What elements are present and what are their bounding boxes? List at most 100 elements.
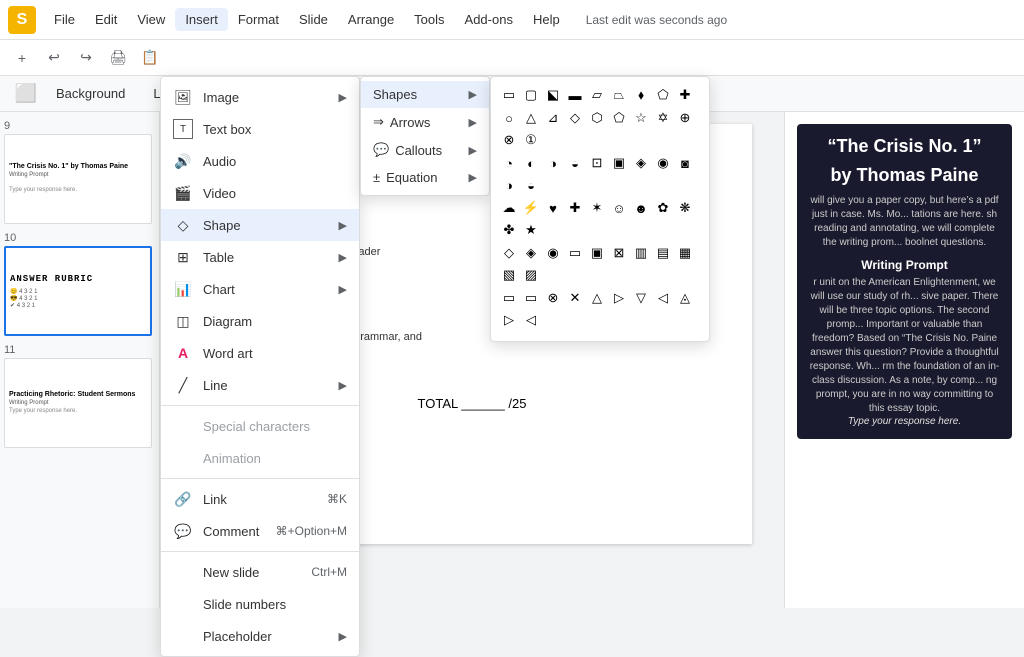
shape-rounded-rect[interactable]: ▢ bbox=[521, 85, 541, 105]
menu-item-textbox[interactable]: T Text box bbox=[161, 113, 359, 145]
menu-item-comment[interactable]: 💬 Comment ⌘+Option+M bbox=[161, 515, 359, 547]
shape-sq-diag[interactable]: ▧ bbox=[499, 265, 519, 285]
menu-format[interactable]: Format bbox=[228, 8, 289, 31]
shape-hexagon[interactable]: ⬡ bbox=[587, 108, 607, 128]
shape-rect2[interactable]: ▭ bbox=[565, 243, 585, 263]
shape-parallelogram[interactable]: ▱ bbox=[587, 85, 607, 105]
shape-rect-fill[interactable]: ▣ bbox=[609, 153, 629, 173]
shape-circle-x2[interactable]: ⊗ bbox=[543, 288, 563, 308]
shape-circle-rect[interactable]: ◙ bbox=[675, 153, 695, 173]
menu-arrange[interactable]: Arrange bbox=[338, 8, 404, 31]
shape-sq-x[interactable]: ⊠ bbox=[609, 243, 629, 263]
shape-sq-h[interactable]: ▥ bbox=[631, 243, 651, 263]
background-button[interactable]: Background bbox=[44, 82, 137, 105]
shape-tri2[interactable]: △ bbox=[587, 288, 607, 308]
shape-tri-fill[interactable]: ◬ bbox=[675, 288, 695, 308]
slide-thumb-10[interactable]: 10 ANSWER RUBRIC 😊 4 3 2 1 😎 4 3 2 1 ✔ 4… bbox=[4, 232, 152, 336]
print-button[interactable]: 🖨 bbox=[104, 44, 132, 72]
shape-plus[interactable]: ✚ bbox=[565, 198, 585, 218]
shape-chevron[interactable]: ▷ bbox=[499, 310, 519, 330]
shape-sq-fill[interactable]: ▣ bbox=[587, 243, 607, 263]
submenu-equation[interactable]: ± Equation ▶ bbox=[361, 164, 489, 191]
undo-button[interactable]: ↩ bbox=[40, 44, 68, 72]
submenu-shapes[interactable]: Shapes ▶ bbox=[361, 81, 489, 108]
redo-button[interactable]: ↪ bbox=[72, 44, 100, 72]
shape-star-burst[interactable]: ❋ bbox=[675, 198, 695, 218]
shape-smile-fill[interactable]: ☻ bbox=[631, 198, 651, 218]
shape-cylinder[interactable]: ▬ bbox=[565, 85, 585, 105]
shape-cross[interactable]: ✚ bbox=[675, 85, 695, 105]
shape-star8[interactable]: ✶ bbox=[587, 198, 607, 218]
shape-bullseye[interactable]: ◉ bbox=[543, 243, 563, 263]
shape-sq-v[interactable]: ▤ bbox=[653, 243, 673, 263]
menu-slide[interactable]: Slide bbox=[289, 8, 338, 31]
shape-octagon[interactable]: ⬠ bbox=[653, 85, 673, 105]
slide-icon-btn[interactable]: ⬜ bbox=[12, 80, 40, 108]
shape-snip-rect[interactable]: ⬕ bbox=[543, 85, 563, 105]
submenu-callouts[interactable]: 💬 Callouts ▶ bbox=[361, 136, 489, 164]
menu-item-slide-numbers[interactable]: Slide numbers bbox=[161, 588, 359, 620]
menu-item-audio[interactable]: 🔊 Audio bbox=[161, 145, 359, 177]
shape-triangle[interactable]: △ bbox=[521, 108, 541, 128]
shape-frame[interactable]: ◒ bbox=[565, 153, 585, 173]
shape-square-dot[interactable]: ⊡ bbox=[587, 153, 607, 173]
menu-help[interactable]: Help bbox=[523, 8, 570, 31]
shape-diamond-sq[interactable]: ◈ bbox=[631, 153, 651, 173]
shape-flower[interactable]: ✿ bbox=[653, 198, 673, 218]
shape-circle-plus[interactable]: ⊕ bbox=[675, 108, 695, 128]
menu-addons[interactable]: Add-ons bbox=[455, 8, 523, 31]
menu-file[interactable]: File bbox=[44, 8, 85, 31]
menu-item-link[interactable]: 🔗 Link ⌘K bbox=[161, 483, 359, 515]
shape-tri-right[interactable]: ▷ bbox=[609, 288, 629, 308]
menu-insert[interactable]: Insert bbox=[175, 8, 228, 31]
shape-kite[interactable]: ◇ bbox=[565, 108, 585, 128]
shape-half-r[interactable]: ◒ bbox=[521, 175, 541, 195]
menu-tools[interactable]: Tools bbox=[404, 8, 454, 31]
shape-right-triangle[interactable]: ⊿ bbox=[543, 108, 563, 128]
submenu-arrows[interactable]: ⇒ Arrows ▶ bbox=[361, 108, 489, 136]
shape-circle-x[interactable]: ⊗ bbox=[499, 130, 519, 150]
shape-rect[interactable]: ▭ bbox=[499, 85, 519, 105]
shape-heart[interactable]: ♥ bbox=[543, 198, 563, 218]
shape-diamond[interactable]: ⬧ bbox=[631, 85, 651, 105]
paint-button[interactable]: 📋 bbox=[136, 44, 164, 72]
shape-sq-grid[interactable]: ▦ bbox=[675, 243, 695, 263]
menu-view[interactable]: View bbox=[127, 8, 175, 31]
slide-thumb-11[interactable]: 11 Practicing Rhetoric: Student Sermons … bbox=[4, 344, 152, 448]
menu-item-video[interactable]: 🎬 Video bbox=[161, 177, 359, 209]
shape-star5[interactable]: ☆ bbox=[631, 108, 651, 128]
shape-asterisk[interactable]: ✤ bbox=[499, 220, 519, 240]
shape-circle[interactable]: ○ bbox=[499, 108, 519, 128]
menu-item-image[interactable]: 🖼 Image ▶ bbox=[161, 81, 359, 113]
shape-chevron-l[interactable]: ◁ bbox=[521, 310, 541, 330]
shape-diamond2[interactable]: ◇ bbox=[499, 243, 519, 263]
slide-thumb-9[interactable]: 9 "The Crisis No. 1" by Thomas Paine Wri… bbox=[4, 120, 152, 224]
shape-diamond3[interactable]: ◈ bbox=[521, 243, 541, 263]
menu-item-chart[interactable]: 📊 Chart ▶ bbox=[161, 273, 359, 305]
shape-target[interactable]: ◉ bbox=[653, 153, 673, 173]
shape-cloud[interactable]: ☁ bbox=[499, 198, 519, 218]
shape-x[interactable]: ✕ bbox=[565, 288, 585, 308]
shape-lightning[interactable]: ⚡ bbox=[521, 198, 541, 218]
shape-arc[interactable]: ◔ bbox=[499, 153, 519, 173]
shape-star-fill[interactable]: ★ bbox=[521, 220, 541, 240]
shape-tri-down[interactable]: ▽ bbox=[631, 288, 651, 308]
shape-tri-left[interactable]: ◁ bbox=[653, 288, 673, 308]
menu-item-wordart[interactable]: A Word art bbox=[161, 337, 359, 369]
shape-pentagon[interactable]: ⬠ bbox=[609, 108, 629, 128]
shape-rect4[interactable]: ▭ bbox=[521, 288, 541, 308]
menu-edit[interactable]: Edit bbox=[85, 8, 127, 31]
shape-rect3[interactable]: ▭ bbox=[499, 288, 519, 308]
menu-item-placeholder[interactable]: Placeholder ▶ bbox=[161, 620, 359, 652]
add-button[interactable]: + bbox=[8, 44, 36, 72]
menu-item-new-slide[interactable]: New slide Ctrl+M bbox=[161, 556, 359, 588]
menu-item-table[interactable]: ⊞ Table ▶ bbox=[161, 241, 359, 273]
shape-pie[interactable]: ◑ bbox=[543, 153, 563, 173]
menu-item-line[interactable]: ╱ Line ▶ bbox=[161, 369, 359, 401]
menu-item-diagram[interactable]: ◫ Diagram bbox=[161, 305, 359, 337]
shape-half-circle[interactable]: ◐ bbox=[521, 153, 541, 173]
shape-circle-1[interactable]: ① bbox=[521, 130, 541, 150]
shape-smile[interactable]: ☺ bbox=[609, 198, 629, 218]
shape-star6[interactable]: ✡ bbox=[653, 108, 673, 128]
shape-trapezoid[interactable]: ⏢ bbox=[609, 85, 629, 105]
